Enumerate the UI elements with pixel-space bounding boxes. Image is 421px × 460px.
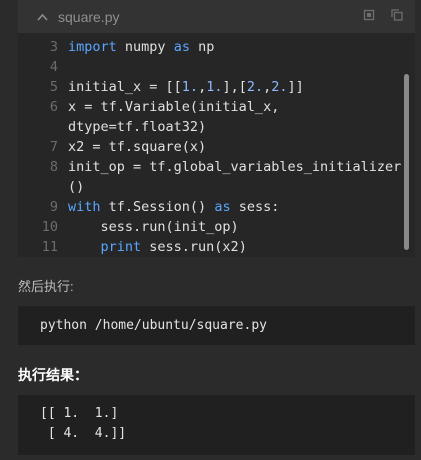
code-text: init_op = tf.global_variables_initialize… [68, 157, 401, 177]
code-token: x2 = tf.square(x) [68, 139, 207, 155]
code-text: print sess.run(x2) [68, 237, 247, 257]
keyword-token: with [68, 199, 101, 215]
header-icons [363, 9, 403, 21]
code-line: 10 sess.run(init_op) [18, 217, 415, 237]
code-line: 3 import numpy as np [18, 37, 415, 57]
code-text: () [68, 177, 84, 197]
keyword-token: print [100, 239, 142, 255]
code-line: 11 print sess.run(x2) [18, 237, 415, 257]
code-token: , [198, 79, 207, 95]
code-token: () [68, 179, 85, 195]
line-number: 4 [49, 59, 58, 75]
line-number: 9 [49, 199, 58, 215]
code-line: dtype=tf.float32) [18, 117, 415, 137]
code-line: 6 x = tf.Variable(initial_x, [18, 97, 415, 117]
code-text: sess.run(init_op) [68, 217, 239, 237]
code-body: 3 import numpy as np 4 5 initial_x = [[1.,1.… [18, 33, 415, 257]
command-text: python /home/ubuntu/square.py [40, 318, 267, 333]
then-run-label: 然后执行: [18, 279, 74, 294]
code-line: 5 initial_x = [[1.,1.],[2.,2.]] [18, 77, 415, 97]
result-label: 执行结果： [18, 367, 88, 383]
line-number: 10 [41, 219, 58, 235]
copy-icon[interactable] [363, 9, 375, 21]
code-line: 4 [18, 57, 415, 77]
code-text: x = tf.Variable(initial_x, [68, 97, 279, 117]
line-number: 11 [41, 239, 58, 255]
code-line: () [18, 177, 415, 197]
code-token: np [189, 39, 215, 55]
code-text: with tf.Session() as sess: [68, 197, 279, 217]
line-number: 3 [49, 39, 58, 55]
code-token: dtype=tf.float32) [68, 119, 207, 135]
keyword-token: as [173, 39, 190, 55]
code-line: 8 init_op = tf.global_variables_initializ… [18, 157, 415, 177]
code-token: sess.run(init_op) [68, 219, 239, 235]
duplicate-icon[interactable] [391, 9, 403, 21]
line-number: 7 [49, 139, 58, 155]
line-number [18, 177, 68, 197]
command-block: python /home/ubuntu/square.py [18, 306, 415, 345]
number-token: 2. [271, 79, 288, 95]
file-name: square.py [58, 8, 120, 25]
code-line: 9 with tf.Session() as sess: [18, 197, 415, 217]
result-line: [ 4. 4.]] [40, 426, 127, 441]
chevron-up-icon[interactable] [36, 11, 48, 23]
code-token: ]] [287, 79, 304, 95]
line-number: 6 [49, 99, 58, 115]
code-token: numpy [116, 39, 174, 55]
code-token: sess: [230, 199, 280, 215]
file-header: square.py [18, 0, 415, 33]
result-block: [[ 1. 1.] [ 4. 4.]] [18, 395, 415, 455]
number-token: 2. [246, 79, 264, 95]
scrollbar[interactable] [404, 74, 409, 250]
code-file-panel: square.py 3 import numpy as np 4 5 initial_x… [18, 0, 415, 257]
code-text: import numpy as np [68, 37, 214, 57]
line-number: 8 [49, 159, 58, 175]
code-token: tf.Session() [100, 199, 215, 215]
code-token: initial_x = [[ [68, 79, 182, 95]
code-text: x2 = tf.square(x) [68, 137, 206, 157]
result-line: [[ 1. 1.] [40, 406, 119, 421]
code-line: 7 x2 = tf.square(x) [18, 137, 415, 157]
code-token: sess.run(x2) [141, 239, 247, 255]
code-token: init_op = tf.global_variables_initialize… [68, 159, 402, 175]
line-number: 5 [49, 79, 58, 95]
keyword-token: import [68, 39, 117, 55]
code-token: ],[ [222, 79, 247, 95]
number-token: 1. [181, 79, 199, 95]
code-text: dtype=tf.float32) [68, 117, 206, 137]
number-token: 1. [206, 79, 223, 95]
code-token: x = tf.Variable(initial_x, [68, 99, 280, 115]
keyword-token: as [214, 199, 231, 215]
code-text: initial_x = [[1.,1.],[2.,2.]] [68, 77, 304, 97]
line-number [18, 117, 68, 137]
